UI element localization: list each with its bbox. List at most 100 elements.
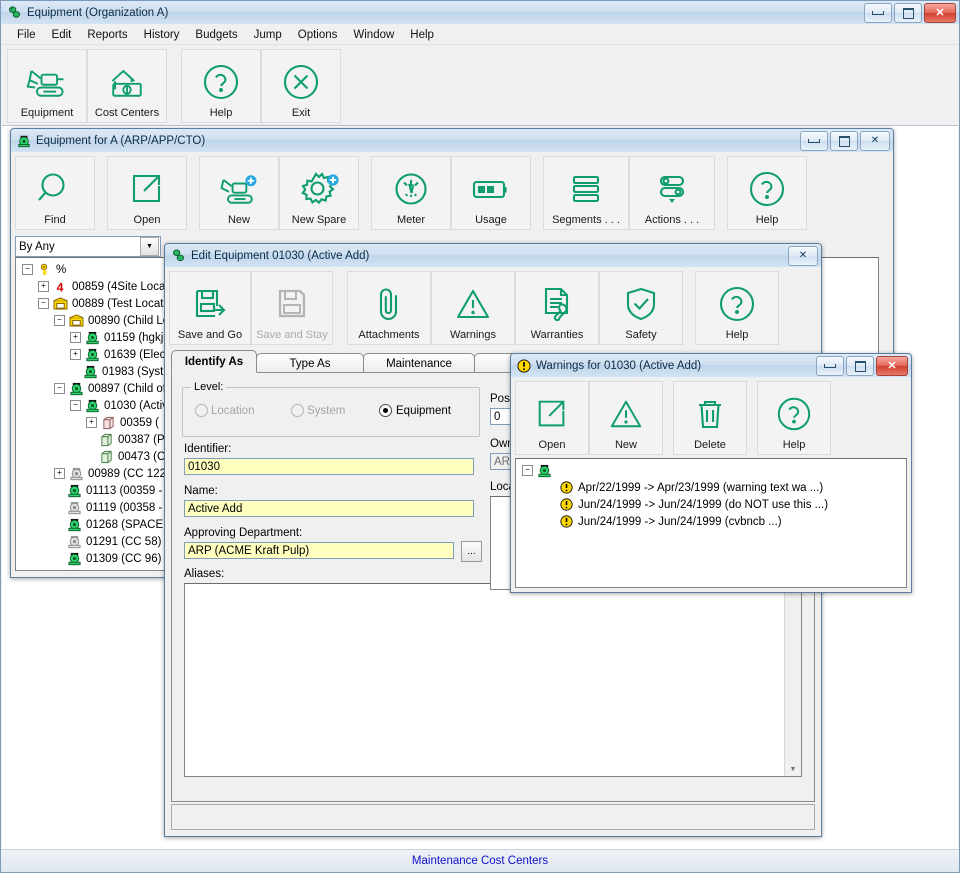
tree-node-label: 01983 (Syst [102,366,163,378]
toolbar-label: Help [756,214,779,226]
status-text: Maintenance Cost Centers [412,855,548,867]
close-icon[interactable]: ✕ [860,131,890,151]
toolbar-label: Help [210,107,233,119]
tree-node-label: 00359 ( [120,417,159,429]
chevron-down-icon[interactable]: ▼ [140,237,159,256]
menu-item-edit[interactable]: Edit [44,27,80,43]
collapse-icon[interactable]: − [54,383,65,394]
equipment-icon [84,347,100,362]
menu-item-window[interactable]: Window [345,27,402,43]
tree-spacer [546,483,555,492]
tree-node[interactable]: Apr/22/1999 -> Apr/23/1999 (warning text… [516,479,906,496]
tree-node[interactable]: − [516,462,906,479]
open-arrow-icon [534,388,570,439]
toolbar-label: New Spare [292,214,346,226]
toolbar-button-new-spare[interactable]: New Spare [279,156,359,230]
tab-label: Maintenance [386,358,452,370]
aliases-scrollbar[interactable]: ▲ ▼ [784,584,801,776]
collapse-icon[interactable]: − [38,298,49,309]
radio-equipment[interactable] [379,404,392,417]
toolbar-button-segments[interactable]: Segments . . . [543,156,629,230]
toolbar-button-warnings[interactable]: Warnings [431,271,515,345]
toolbar-button-help[interactable]: Help [727,156,807,230]
maximize-icon[interactable] [830,131,858,151]
minimize-icon[interactable] [800,131,828,151]
toolbar-button-save-and-stay[interactable]: Save and Stay [251,271,333,345]
tab-identify-as[interactable]: Identify As [171,350,257,373]
identifier-input[interactable]: 01030 [184,458,474,475]
toolbar-button-actions[interactable]: Actions . . . [629,156,715,230]
scroll-down-icon[interactable]: ▼ [786,762,800,776]
radio-location[interactable] [195,404,208,417]
filter-combo[interactable]: By Any ▼ [15,236,161,257]
expand-icon[interactable]: + [38,281,49,292]
open-arrow-icon [128,163,166,214]
expand-icon[interactable]: + [70,332,81,343]
toolbar-button-meter[interactable]: Meter [371,156,451,230]
expand-icon[interactable]: + [86,417,97,428]
close-icon[interactable]: ✕ [924,3,956,23]
tree-spacer [546,517,555,526]
close-icon[interactable]: ✕ [876,356,908,376]
battery-icon [470,163,512,214]
toolbar-button-new[interactable]: New [589,381,663,455]
menu-item-reports[interactable]: Reports [79,27,135,43]
maximize-icon[interactable] [846,356,874,376]
toolbar-button-help[interactable]: Help [181,49,261,123]
menu-item-help[interactable]: Help [402,27,442,43]
approving-department-input[interactable]: ARP (ACME Kraft Pulp) [184,542,454,559]
toolbar-button-safety[interactable]: Safety [599,271,683,345]
expand-icon[interactable]: + [54,468,65,479]
toolbar-label: Exit [292,107,310,119]
toolbar-button-save-and-go[interactable]: Save and Go [169,271,251,345]
house-money-icon [105,56,149,107]
toggles-icon [653,163,691,214]
equipment-icon [84,330,100,345]
toolbar-button-warranties[interactable]: Warranties [515,271,599,345]
name-label: Name: [184,485,218,497]
menu-item-file[interactable]: File [9,27,44,43]
warnings-tree-panel[interactable]: − Apr/22/1999 -> Apr/23/1999 (warning tex… [515,458,907,588]
spare-icon [98,449,114,464]
toolbar-button-help[interactable]: Help [757,381,831,455]
tab-maintenance[interactable]: Maintenance [363,353,475,373]
menu-item-budgets[interactable]: Budgets [187,27,245,43]
tree-spacer [86,452,95,461]
collapse-icon[interactable]: − [522,465,533,476]
toolbar-button-delete[interactable]: Delete [673,381,747,455]
toolbar-button-help[interactable]: Help [695,271,779,345]
close-icon[interactable]: ✕ [788,246,818,266]
toolbar-button-usage[interactable]: Usage [451,156,531,230]
minimize-icon[interactable] [864,3,892,23]
expand-icon[interactable]: + [70,349,81,360]
tree-node[interactable]: Jun/24/1999 -> Jun/24/1999 (do NOT use t… [516,496,906,513]
radio-system[interactable] [291,404,304,417]
toolbar-button-open[interactable]: Open [515,381,589,455]
tree-node-label: 01313 (CC 96) [86,570,161,572]
tree-node[interactable]: Jun/24/1999 -> Jun/24/1999 (cvbncb ...) [516,513,906,530]
menu-item-history[interactable]: History [136,27,188,43]
identifier-value: 01030 [188,461,220,473]
toolbar-button-cost-centers[interactable]: Cost Centers [87,49,167,123]
menu-item-jump[interactable]: Jump [246,27,290,43]
collapse-icon[interactable]: − [54,315,65,326]
toolbar-button-open[interactable]: Open [107,156,187,230]
collapse-icon[interactable]: − [22,264,33,275]
approving-department-browse-button[interactable]: ... [461,541,482,562]
warnings-tree[interactable]: − Apr/22/1999 -> Apr/23/1999 (warning tex… [516,459,906,530]
toolbar-button-exit[interactable]: Exit [261,49,341,123]
toolbar-button-attachments[interactable]: Attachments [347,271,431,345]
menu-item-options[interactable]: Options [290,27,346,43]
toolbar-button-new[interactable]: New [199,156,279,230]
tab-type-as[interactable]: Type As [256,353,364,373]
name-input[interactable]: Active Add [184,500,474,517]
approving-department-label: Approving Department: [184,527,302,539]
collapse-icon[interactable]: − [70,400,81,411]
minimize-icon[interactable] [816,356,844,376]
maximize-icon[interactable] [894,3,922,23]
equipment-icon [536,463,552,478]
equipment-icon [66,517,82,532]
toolbar-button-find[interactable]: Find [15,156,95,230]
aliases-textarea[interactable]: ▲ ▼ [184,583,802,777]
toolbar-button-equipment[interactable]: Equipment [7,49,87,123]
